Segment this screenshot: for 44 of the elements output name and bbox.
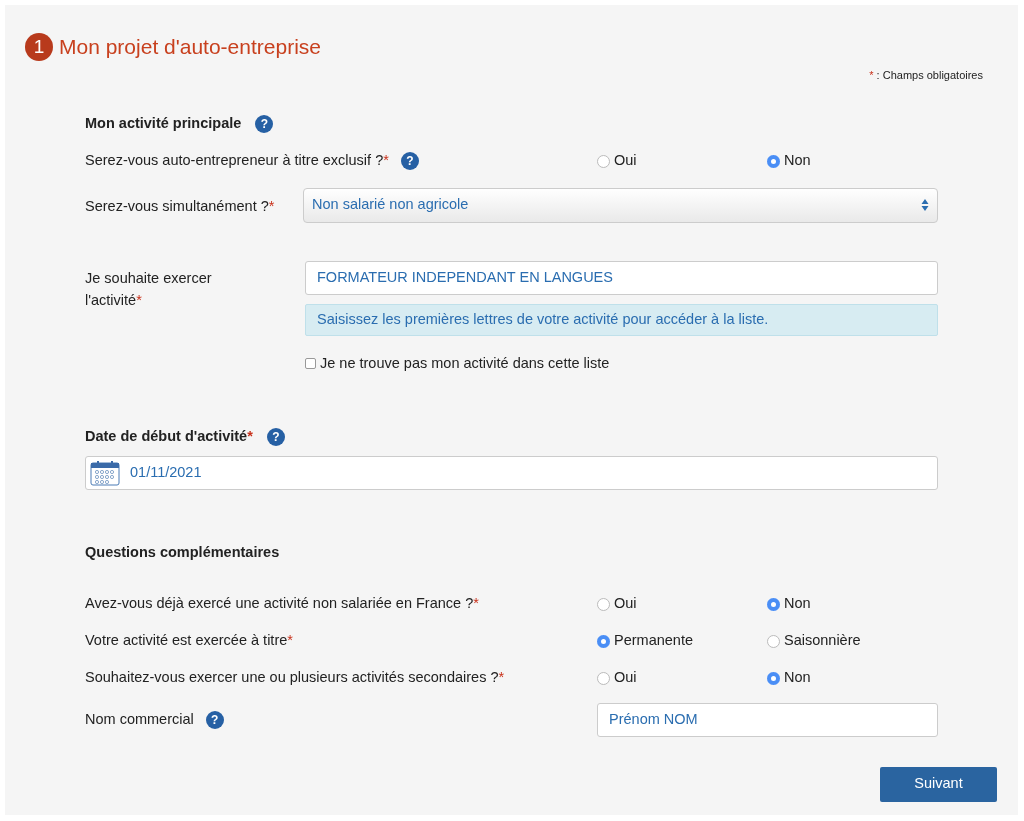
help-button[interactable]: ? <box>205 710 224 729</box>
radio-button[interactable] <box>597 597 610 611</box>
text-field[interactable]: Prénom NOM <box>597 702 938 737</box>
section-heading: Mon activité principale <box>85 114 242 133</box>
field-label: Serez-vous simultanément ?* <box>85 197 275 214</box>
field-label: Je souhaite exercer l'activité* <box>85 269 212 308</box>
radio-button[interactable] <box>767 154 780 168</box>
option-label: Permanente <box>614 631 693 651</box>
radio-button[interactable] <box>597 154 610 168</box>
field-label: Avez-vous déjà exercé une activité non salariée en France ?* <box>85 594 479 614</box>
calendar-icon <box>90 460 120 486</box>
dropdown[interactable]: Non salarié non agricole <box>303 187 938 223</box>
field-label: Souhaitez-vous exercer une ou plusieurs activités secondaires ?* <box>85 668 505 688</box>
option-label: Non <box>784 594 811 614</box>
radio-button[interactable] <box>767 671 780 685</box>
sort-arrows-icon <box>921 198 929 213</box>
field-label: Votre activité est exercée à titre* <box>85 631 293 651</box>
option-label: Oui <box>614 151 637 171</box>
hint-message: Saisissez les premières lettres de votre activité pour accéder à la liste. <box>305 303 938 336</box>
date-value: 01/11/2021 <box>130 463 202 483</box>
activity-field[interactable]: FORMATEUR INDEPENDANT EN LANGUES <box>305 260 938 295</box>
option-label: Saisonnière <box>784 631 861 651</box>
option-label: Non <box>784 151 811 171</box>
field-label: Serez-vous auto-entrepreneur à titre exclusif ?* <box>85 151 389 171</box>
radio-button[interactable] <box>597 634 610 648</box>
step-number: 1 <box>25 32 53 61</box>
checkbox[interactable] <box>305 357 316 369</box>
radio-button[interactable] <box>767 597 780 611</box>
required-legend: * : Champs obligatoires <box>869 68 983 81</box>
radio-button[interactable] <box>597 671 610 685</box>
checkbox-label: Je ne trouve pas mon activité dans cette liste <box>320 353 610 373</box>
help-button[interactable]: ? <box>266 428 285 447</box>
field-label: Nom commercial <box>85 709 194 729</box>
option-label: Non <box>784 668 811 688</box>
radio-button[interactable] <box>767 634 780 648</box>
section-heading: Date de début d'activité* <box>85 427 253 447</box>
next-button[interactable]: Suivant <box>880 766 997 802</box>
help-button[interactable]: ? <box>255 114 274 133</box>
section-heading: Questions complémentaires <box>85 543 280 562</box>
option-label: Oui <box>614 594 637 614</box>
date-field[interactable]: 01/11/2021 <box>85 456 938 490</box>
option-label: Oui <box>614 668 637 688</box>
help-button[interactable]: ? <box>400 152 419 171</box>
page-title: Mon projet d'auto-entreprise <box>59 34 321 60</box>
